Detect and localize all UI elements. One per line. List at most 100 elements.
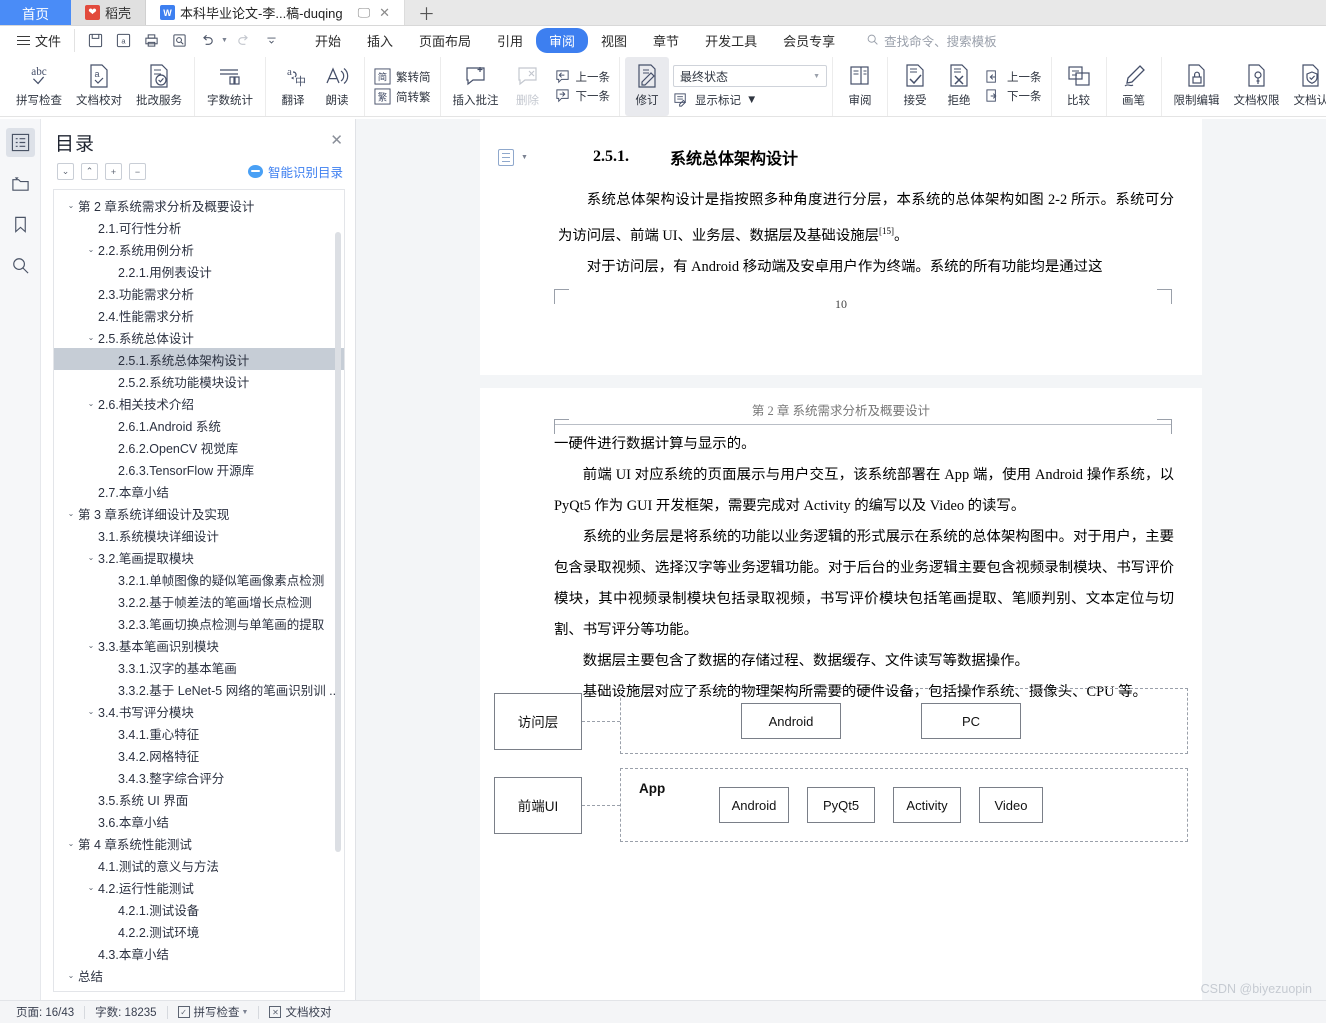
close-icon[interactable]: ✕ [330,129,343,148]
toc-item[interactable]: ⌄ 第 2 章系统需求分析及概要设计 [54,194,344,216]
bookmark-panel-icon[interactable] [6,210,35,239]
tab-view[interactable]: 视图 [588,28,640,53]
toc-item[interactable]: 4.3.本章小结 [54,942,344,964]
correction-service-button[interactable]: 批改服务 [129,57,189,116]
chevron-down-icon[interactable]: ▼ [242,1009,249,1016]
toc-item[interactable]: 2.6.2.OpenCV 视觉库 [54,436,344,458]
tab-member[interactable]: 会员专享 [770,28,848,53]
chevron-down-icon[interactable]: ⌄ [64,201,78,210]
tab-page-layout[interactable]: 页面布局 [406,28,484,53]
toc-item[interactable]: ⌄ 3.3.基本笔画识别模块 [54,634,344,656]
toc-item[interactable]: 4.2.2.测试环境 [54,920,344,942]
chevron-down-icon[interactable]: ⌄ [84,333,98,342]
folder-panel-icon[interactable] [6,169,35,198]
page-indicator[interactable]: 页面: 16/43 [6,1004,84,1020]
previous-comment-button[interactable]: 上一条 [554,69,610,85]
toc-item[interactable]: 4.1.测试的意义与方法 [54,854,344,876]
toc-item[interactable]: 2.4.性能需求分析 [54,304,344,326]
chevron-down-icon[interactable]: ⌄ [64,971,78,980]
toc-item[interactable]: 2.5.2.系统功能模块设计 [54,370,344,392]
simp-to-trad-button[interactable]: 繁 简转繁 [374,88,431,105]
reviewing-pane-button[interactable]: 审阅 [838,57,882,116]
spell-check-button[interactable]: abc 拼写检查 [9,57,69,116]
toc-item[interactable]: 2.7.本章小结 [54,480,344,502]
close-icon[interactable]: ✕ [379,6,390,19]
toc-item[interactable]: 3.4.2.网格特征 [54,744,344,766]
reject-change-button[interactable]: 拒绝 [937,57,981,116]
toc-item[interactable]: 4.2.1.测试设备 [54,898,344,920]
chevron-down-icon[interactable]: ⌄ [84,641,98,650]
toc-item[interactable]: 3.2.1.单帧图像的疑似笔画像素点检测 [54,568,344,590]
outline-panel-icon[interactable] [5,128,35,157]
heading-style-icon[interactable] [498,148,514,166]
toc-item[interactable]: ⌄ 总结 [54,964,344,986]
restrict-editing-button[interactable]: 限制编辑 [1167,57,1227,116]
toc-item[interactable]: 3.2.2.基于帧差法的笔画增长点检测 [54,590,344,612]
toc-item[interactable]: 3.4.3.整字综合评分 [54,766,344,788]
command-search[interactable]: 查找命令、搜索模板 [866,31,997,50]
toc-item[interactable]: 2.1.可行性分析 [54,216,344,238]
word-count-button[interactable]: 字数统计 [200,57,260,116]
home-tab[interactable]: 首页 [0,0,71,25]
insert-comment-button[interactable]: 插入批注 [446,57,506,116]
undo-icon[interactable] [195,29,220,52]
chevron-down-icon[interactable]: ⌄ [84,553,98,562]
display-state-dropdown[interactable]: 最终状态 ▼ [673,65,827,87]
spell-check-status[interactable]: ✓ 拼写检查 ▼ [168,1004,259,1020]
pen-button[interactable]: 画笔 [1112,57,1156,116]
translate-button[interactable]: a中 翻译 [271,57,315,116]
tab-developer[interactable]: 开发工具 [692,28,770,53]
collapse-all-button[interactable]: − [129,163,146,180]
accept-change-button[interactable]: 接受 [893,57,937,116]
toc-item[interactable]: 2.2.1.用例表设计 [54,260,344,282]
toc-item[interactable]: 3.6.本章小结 [54,810,344,832]
show-markup-button[interactable]: 显示标记 ▼ [673,92,827,108]
document-page-1[interactable]: ▼ 2.5.1. 系统总体架构设计 系统总体架构设计是指按照多种角度进行分层，本… [480,119,1202,375]
previous-change-button[interactable]: 上一条 [985,69,1042,85]
tab-review[interactable]: 审阅 [536,28,589,53]
word-count-indicator[interactable]: 字数: 18235 [85,1004,166,1020]
print-preview-icon[interactable] [167,29,192,52]
daoke-tab[interactable]: ❤ 稻壳 [71,0,147,25]
toc-item[interactable]: 2.5.1.系统总体架构设计 [54,348,344,370]
chevron-down-icon[interactable]: ⌄ [84,883,98,892]
toc-item[interactable]: ⌄ 2.5.系统总体设计 [54,326,344,348]
trad-to-simp-button[interactable]: 简 繁转简 [374,68,431,85]
print-icon[interactable] [139,29,164,52]
chevron-down-icon[interactable]: ⌄ [64,839,78,848]
restore-window-icon[interactable]: 🖵 [358,6,371,19]
save-icon[interactable] [83,29,108,52]
search-panel-icon[interactable] [6,251,35,280]
document-certify-button[interactable]: 文档认 [1287,57,1326,116]
smart-toc-button[interactable]: 智能识别目录 [247,162,343,181]
toc-tree[interactable]: ⌄ 第 2 章系统需求分析及概要设计 2.1.可行性分析 ⌄ 2.2.系统用例分析 2.2… [53,189,345,992]
toc-item[interactable]: ⌄ 第 3 章系统详细设计及实现 [54,502,344,524]
toc-item[interactable]: 3.4.1.重心特征 [54,722,344,744]
toc-item[interactable]: 2.3.功能需求分析 [54,282,344,304]
document-proofread-button[interactable]: a 文档校对 [69,57,129,116]
chevron-down-icon[interactable]: ⌄ [64,509,78,518]
collapse-next-button[interactable]: ⌄ [57,163,74,180]
toc-item[interactable]: 2.6.1.Android 系统 [54,414,344,436]
toc-item[interactable]: ⌄ 4.2.运行性能测试 [54,876,344,898]
file-menu-button[interactable]: 文件 [8,31,70,50]
tab-sections[interactable]: 章节 [640,28,692,53]
toc-scrollbar[interactable] [335,232,341,852]
toc-item[interactable]: 3.1.系统模块详细设计 [54,524,344,546]
toc-item[interactable]: ⌄ 3.2.笔画提取模块 [54,546,344,568]
show-markup-chevron-down-icon[interactable]: ▼ [746,94,757,106]
new-tab-button[interactable]: ＋ [405,0,449,25]
toc-item[interactable]: ⌄ 2.6.相关技术介绍 [54,392,344,414]
read-aloud-button[interactable]: 朗读 [315,57,359,116]
toc-item[interactable]: ⌄ 第 4 章系统性能测试 [54,832,344,854]
toc-item[interactable]: 3.5.系统 UI 界面 [54,788,344,810]
toc-item[interactable]: ⌄ 3.4.书写评分模块 [54,700,344,722]
toc-item[interactable]: 3.3.2.基于 LeNet-5 网络的笔画识别训 ... [54,678,344,700]
proofread-status[interactable]: ✕ 文档校对 [259,1004,341,1020]
document-permission-button[interactable]: 文档权限 [1227,57,1287,116]
customize-toolbar-icon[interactable] [259,29,284,52]
undo-chevron-down-icon[interactable]: ▼ [221,37,228,44]
track-changes-button[interactable]: 修订 [625,57,669,116]
next-change-button[interactable]: 下一条 [985,88,1042,104]
save-as-icon[interactable]: a [111,29,136,52]
